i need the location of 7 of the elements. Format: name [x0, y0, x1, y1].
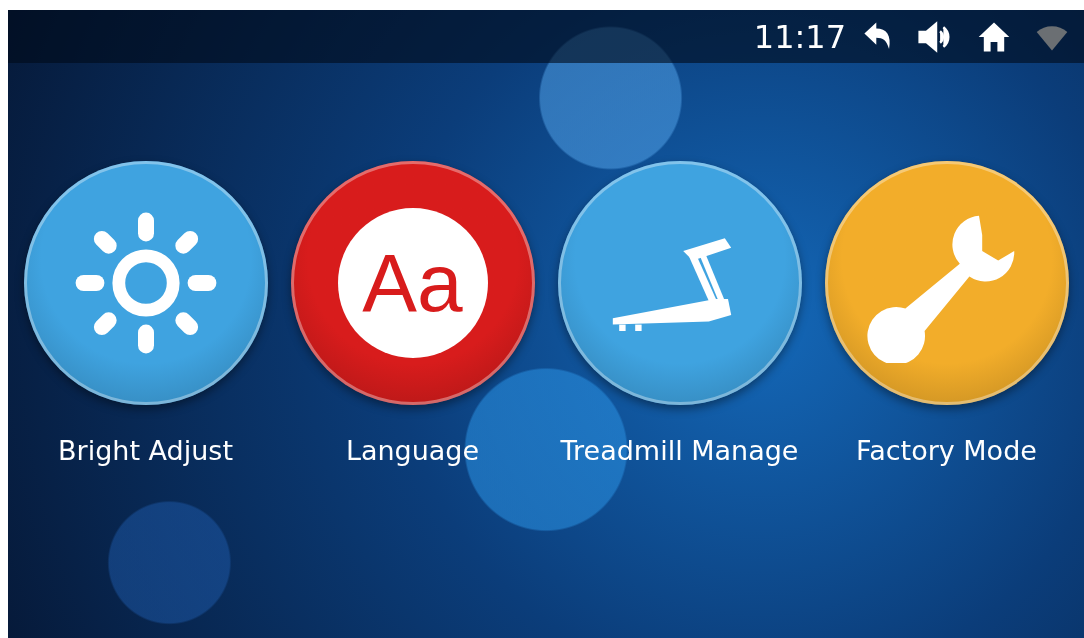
clock-time: 11:17: [753, 17, 846, 56]
tile-label: Bright Adjust: [58, 435, 233, 466]
tile-label: Factory Mode: [856, 435, 1037, 466]
menu-tile-button[interactable]: Aa: [290, 161, 535, 405]
tile-label: Treadmill Manage: [560, 435, 799, 466]
tile-label: Language: [345, 435, 480, 466]
letters-badge: Aa: [337, 208, 488, 358]
